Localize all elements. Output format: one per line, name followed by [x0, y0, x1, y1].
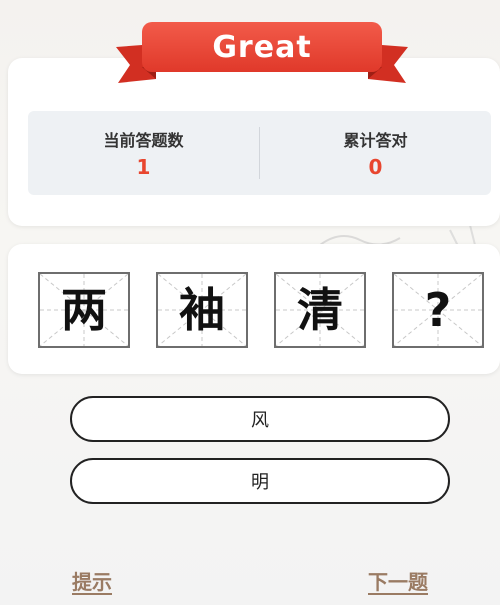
banner-title: Great: [142, 22, 382, 72]
idiom-tile-1: 两: [38, 272, 130, 348]
total-correct-stat: 累计答对 0: [260, 127, 491, 179]
total-correct-label: 累计答对: [343, 131, 408, 150]
idiom-tiles: 两 袖 清 ?: [38, 272, 484, 348]
stats-panel: 当前答题数 1 累计答对 0: [28, 111, 491, 195]
answer-option-2[interactable]: 明: [70, 458, 450, 504]
idiom-char-3: 清: [297, 283, 343, 337]
idiom-char-1: 两: [61, 283, 107, 337]
next-question-link[interactable]: 下一题: [368, 566, 428, 595]
idiom-tile-2: 袖: [156, 272, 248, 348]
current-count-label: 当前答题数: [103, 131, 184, 150]
idiom-tile-4-blank: ?: [392, 272, 484, 348]
hint-link[interactable]: 提示: [72, 566, 112, 595]
idiom-char-2: 袖: [179, 283, 225, 337]
question-mark: ?: [424, 283, 452, 337]
result-banner: Great: [112, 17, 412, 87]
idiom-tile-3: 清: [274, 272, 366, 348]
total-correct-value: 0: [368, 155, 383, 179]
answer-option-1[interactable]: 风: [70, 396, 450, 442]
current-count-stat: 当前答题数 1: [28, 127, 259, 179]
idiom-puzzle-card: 两 袖 清 ?: [8, 244, 500, 374]
current-count-value: 1: [136, 155, 151, 179]
